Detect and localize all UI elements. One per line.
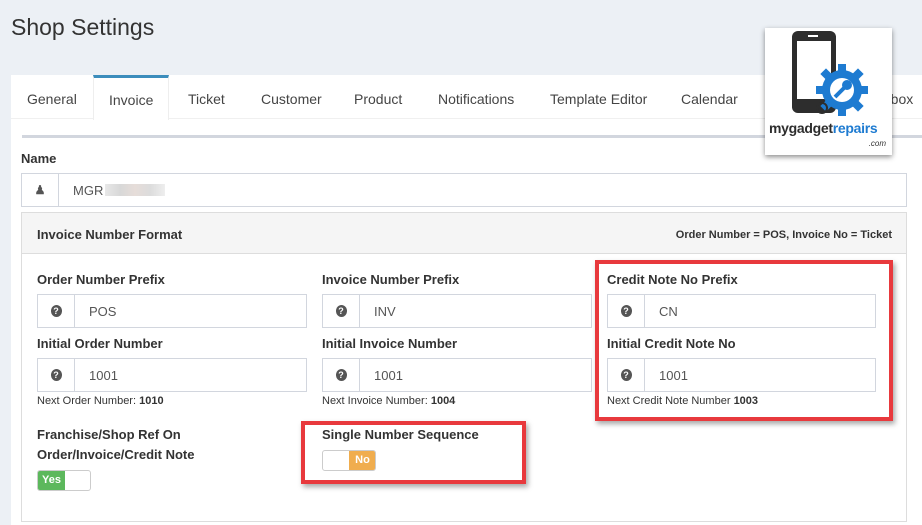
help-icon[interactable]: ? — [38, 359, 75, 391]
name-label: Name — [21, 151, 57, 166]
franchise-label-line2: Order/Invoice/Credit Note — [37, 447, 195, 462]
order-prefix-input[interactable]: ? POS — [37, 294, 307, 328]
order-prefix-label: Order Number Prefix — [37, 272, 165, 287]
page-title: Shop Settings — [11, 14, 155, 40]
invoice-prefix-value: INV — [374, 303, 396, 319]
next-invoice-number: Next Invoice Number: 1004 — [322, 395, 456, 407]
logo-text: mygadgetrepairs — [769, 120, 878, 136]
name-field[interactable]: ♟ MGR — [21, 173, 907, 207]
invoice-initial-label: Initial Invoice Number — [322, 336, 458, 351]
order-prefix-value: POS — [89, 303, 117, 319]
tab-ticket[interactable]: Ticket — [172, 75, 241, 119]
tab-calendar[interactable]: Calendar — [665, 75, 754, 119]
highlight-box — [595, 260, 893, 421]
invoice-prefix-input[interactable]: ? INV — [322, 294, 592, 328]
help-icon[interactable]: ? — [323, 295, 360, 327]
help-icon[interactable]: ? — [323, 359, 360, 391]
invoice-initial-value: 1001 — [374, 367, 403, 383]
invoice-initial-input[interactable]: ? 1001 — [322, 358, 592, 392]
tab-product[interactable]: Product — [338, 75, 418, 119]
logo-domain: .com — [868, 139, 886, 148]
order-initial-value: 1001 — [89, 367, 118, 383]
panel-hint: Order Number = POS, Invoice No = Ticket — [675, 229, 892, 241]
redacted-text — [105, 184, 166, 196]
franchise-label: Franchise/Shop Ref On — [37, 427, 181, 442]
user-icon: ♟ — [22, 174, 59, 206]
toggle-yes: Yes — [38, 471, 65, 490]
tab-invoice[interactable]: Invoice — [93, 75, 170, 120]
order-initial-label: Initial Order Number — [37, 336, 163, 351]
logo: mygadgetrepairs .com — [765, 28, 892, 155]
franchise-toggle[interactable]: Yes — [37, 470, 91, 491]
help-icon[interactable]: ? — [38, 295, 75, 327]
invoice-prefix-label: Invoice Number Prefix — [322, 272, 460, 287]
tab-template-editor[interactable]: Template Editor — [534, 75, 663, 119]
tab-customer[interactable]: Customer — [245, 75, 338, 119]
tab-notifications[interactable]: Notifications — [422, 75, 530, 119]
panel-title: Invoice Number Format — [37, 227, 183, 242]
order-initial-input[interactable]: ? 1001 — [37, 358, 307, 392]
highlight-box — [301, 421, 526, 484]
phone-gear-icon — [792, 31, 868, 116]
next-order-number: Next Order Number: 1010 — [37, 395, 164, 407]
tab-general[interactable]: General — [11, 75, 93, 119]
panel-header: Invoice Number Format Order Number = POS… — [22, 213, 906, 254]
name-value: MGR — [73, 182, 104, 198]
